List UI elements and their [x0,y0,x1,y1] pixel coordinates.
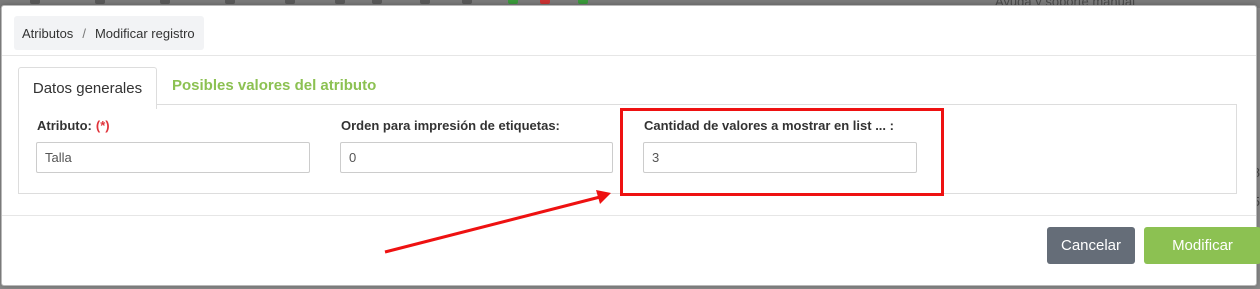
toolbar-icon [95,0,105,4]
toolbar-icon [160,0,170,4]
attribute-input[interactable] [36,142,310,173]
required-marker: (*) [95,118,110,133]
toolbar-icon [285,0,295,4]
toolbar-icon [508,0,518,4]
breadcrumb: Atributos / Modificar registro [14,16,204,50]
cancel-button[interactable]: Cancelar [1047,227,1135,264]
footer-divider [2,215,1256,216]
toolbar-icon [420,0,430,4]
attribute-label-text: Atributo: [37,118,92,133]
toolbar-icon [30,0,40,4]
header-divider [2,55,1256,56]
toolbar-icon [540,0,550,4]
breadcrumb-separator: / [82,25,86,41]
modify-button[interactable]: Modificar [1144,227,1260,264]
tab-attribute-values[interactable]: Posibles valores del atributo [172,77,376,94]
toolbar-icon [578,0,588,4]
breadcrumb-item-attributes[interactable]: Atributos [22,26,73,41]
toolbar-icon [225,0,235,4]
breadcrumb-item-current: Modificar registro [94,25,195,41]
order-input[interactable] [340,142,613,173]
toolbar-icon [372,0,382,4]
toolbar-icon [462,0,472,4]
toolbar-icon [335,0,345,4]
tab-general-data[interactable]: Datos generales [18,67,157,109]
order-label: Orden para impresión de etiquetas: [341,118,560,133]
annotation-highlight-box [620,108,944,196]
attribute-label: Atributo: (*) [37,118,110,133]
